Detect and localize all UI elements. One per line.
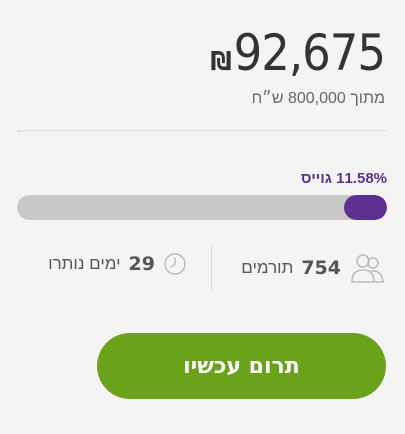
donors-stat: 754 תורמים bbox=[241, 252, 385, 284]
stats-row: 754 תורמים 29 ימים נותרו bbox=[0, 242, 405, 292]
days-label: ימים נותרו bbox=[48, 254, 121, 273]
amount-raised: 92,675 bbox=[233, 24, 386, 82]
progress-bar-fill bbox=[344, 195, 387, 220]
clock-icon bbox=[163, 252, 187, 276]
stats-separator bbox=[211, 244, 212, 292]
donors-count: 754 bbox=[301, 257, 341, 279]
donate-now-button[interactable]: תרום עכשיו bbox=[97, 333, 386, 399]
amount-raised-row: ₪ 92,675 bbox=[210, 24, 386, 82]
donation-widget: ₪ 92,675 מתוך 800,000 ש״ח 11.58% גוייס 7… bbox=[0, 0, 405, 434]
currency-symbol: ₪ bbox=[210, 47, 232, 77]
raised-percentage-label: 11.58% גוייס bbox=[301, 170, 387, 187]
progress-bar bbox=[17, 195, 387, 220]
donors-label: תורמים bbox=[241, 258, 294, 277]
users-icon bbox=[349, 252, 385, 284]
goal-text: מתוך 800,000 ש״ח bbox=[251, 90, 385, 107]
days-count: 29 bbox=[128, 253, 155, 275]
divider bbox=[18, 130, 387, 132]
days-stat: 29 ימים נותרו bbox=[48, 252, 187, 276]
